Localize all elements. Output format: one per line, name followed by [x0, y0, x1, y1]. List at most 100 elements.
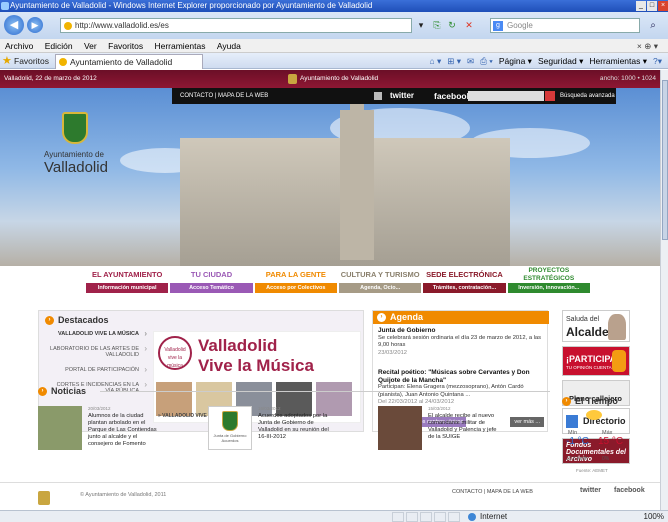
print-icon[interactable]: ⎙ ▾	[480, 53, 493, 69]
destacados-link[interactable]: PORTAL DE PARTICIPACIÓN	[49, 365, 147, 374]
max-temp: 15 °C	[598, 436, 624, 447]
compatibility-icon[interactable]: ⎘	[430, 18, 444, 33]
news-item[interactable]: 20/03/2012 Alumnos de la ciudad plantan …	[38, 406, 162, 466]
top-links-bar: CONTACTO | MAPA DE LA WEB twitter facebo…	[172, 88, 616, 104]
tools-menu[interactable]: Herramientas ▾	[589, 53, 647, 69]
crest-icon	[38, 491, 50, 505]
news-item[interactable]: 15/03/2012 El alcalde recibe al nuevo co…	[378, 406, 502, 466]
facebook-link[interactable]: facebook	[434, 88, 471, 104]
weather-title: › El Tiempo	[562, 396, 618, 407]
participa-link[interactable]: ¡PARTICIPA! TU OPINIÓN CUENTA	[562, 346, 630, 376]
strip-title: Ayuntamiento de Valladolid	[288, 70, 378, 88]
menu-favoritos[interactable]: Favoritos	[103, 39, 147, 53]
news-item[interactable]: Junta de Gobierno Acuerdos 16/03/2012 Ac…	[208, 406, 332, 466]
security-menu[interactable]: Seguridad ▾	[538, 53, 583, 69]
destacados-title: › Destacados	[45, 315, 109, 326]
advanced-search-link[interactable]: Búsqueda avanzada	[560, 88, 615, 104]
saluda-alcalde-link[interactable]: Saluda del Alcalde	[562, 310, 630, 342]
noticias-title: › Noticias	[38, 386, 86, 397]
sun-cloud-icon	[586, 410, 602, 420]
menu-bar: Archivo Edición Ver Favoritos Herramient…	[0, 39, 668, 53]
dropdown-arrow-icon[interactable]: ▾	[414, 18, 428, 33]
forward-button[interactable]: ▶	[27, 17, 43, 33]
feeds-icon[interactable]: ⊞ ▾	[447, 53, 461, 69]
twitter-link[interactable]: twitter	[390, 88, 414, 104]
browser-window: Ayuntamiento de Valladolid - Windows Int…	[0, 0, 668, 522]
resolution-text: ancho: 1000 • 1024	[599, 75, 656, 82]
hand-icon	[612, 350, 626, 372]
weather-source: Fuente: AEMET	[576, 468, 608, 473]
zoom-level[interactable]: 100%	[644, 511, 664, 522]
favorites-bar: ★ Favoritos Ayuntamiento de Valladolid ⌂…	[0, 53, 668, 69]
minimize-button[interactable]: _	[636, 1, 646, 11]
browser-tab[interactable]: Ayuntamiento de Valladolid	[55, 54, 203, 69]
search-icon[interactable]: ⌕	[645, 18, 661, 33]
maximize-button[interactable]: □	[647, 1, 657, 11]
footer-links[interactable]: CONTACTO | MAPA DE LA WEB	[452, 489, 533, 495]
arrow-icon: ›	[377, 313, 386, 323]
copyright: © Ayuntamiento de Valladolid, 2011	[80, 492, 167, 498]
nav-para-la-gente[interactable]: PARA LA GENTE Acceso por Colectivos	[254, 266, 337, 294]
close-button[interactable]: ×	[658, 1, 668, 11]
ie-icon	[1, 2, 9, 10]
nav-sede-electronica[interactable]: SEDE ELECTRÓNICA Trámites, contratación.…	[423, 266, 506, 294]
help-icon[interactable]: ?▾	[653, 53, 662, 69]
menu-edicion[interactable]: Edición	[40, 39, 77, 53]
rss-icon[interactable]	[374, 92, 382, 100]
search-placeholder: Google	[507, 21, 533, 30]
stop-icon[interactable]: ✕	[462, 18, 476, 33]
date-text: Valladolid, 22 de marzo de 2012	[4, 75, 97, 82]
google-icon: g	[493, 21, 503, 31]
top-strip: Valladolid, 22 de marzo de 2012 Ayuntami…	[0, 70, 660, 88]
address-bar: ◀ ▶ http://www.valladolid.es/es ▾ ⎘ ↻ ✕ …	[0, 12, 668, 39]
nav-proyectos[interactable]: PROYECTOS ESTRATÉGICOS Inversión, innova…	[507, 266, 590, 294]
site-search-input[interactable]	[468, 91, 544, 101]
arrow-icon: ›	[45, 316, 54, 326]
logo-line1: Ayuntamiento de	[44, 150, 104, 159]
contact-map-links[interactable]: CONTACTO | MAPA DE LA WEB	[180, 88, 268, 104]
search-input[interactable]: g Google	[490, 18, 640, 33]
tab-favicon	[59, 58, 67, 66]
home-icon[interactable]: ⌂ ▾	[429, 53, 441, 69]
status-bar: Internet 100%	[0, 510, 668, 522]
footer-twitter[interactable]: twitter	[580, 487, 601, 494]
security-zone[interactable]: Internet	[466, 511, 507, 522]
news-photo	[38, 406, 82, 450]
coat-of-arms-icon	[62, 112, 88, 144]
main-nav: EL AYUNTAMIENTO Información municipal TU…	[86, 266, 590, 294]
url-input[interactable]: http://www.valladolid.es/es	[60, 18, 412, 33]
site-search-button[interactable]	[545, 91, 555, 101]
footer-facebook[interactable]: facebook	[614, 487, 645, 494]
tab-title: Ayuntamiento de Valladolid	[70, 57, 173, 67]
vertical-scrollbar[interactable]	[660, 70, 668, 510]
nav-cultura-turismo[interactable]: CULTURA Y TURISMO Agenda, Ocio...	[338, 266, 422, 294]
menu-herramientas[interactable]: Herramientas	[149, 39, 209, 53]
agenda-title: › Agenda	[373, 311, 549, 324]
min-temp: -1 °C	[566, 436, 589, 447]
agenda-item[interactable]: Junta de Gobierno Se celebrará sesión or…	[378, 327, 544, 357]
site-logo[interactable]: Ayuntamiento de Valladolid	[44, 112, 154, 182]
favorites-star-icon[interactable]: ★	[2, 55, 12, 67]
mayor-photo	[608, 314, 626, 340]
favorites-label[interactable]: Favoritos	[14, 53, 49, 69]
mail-icon[interactable]: ✉	[467, 53, 474, 69]
command-bar: ⌂ ▾ ⊞ ▾ ✉ ⎙ ▾ Página ▾ Seguridad ▾ Herra…	[429, 53, 662, 69]
destacados-link[interactable]: VALLADOLID VIVE LA MÚSICA	[49, 329, 147, 338]
menu-ayuda[interactable]: Ayuda	[212, 39, 245, 53]
back-button[interactable]: ◀	[4, 15, 24, 35]
banner-line2: Vive la Música	[198, 356, 314, 375]
arrow-icon: ›	[562, 397, 571, 407]
nav-tu-ciudad[interactable]: TU CIUDAD Acceso Temático	[170, 266, 253, 294]
page-menu[interactable]: Página ▾	[499, 53, 532, 69]
nav-ayuntamiento[interactable]: EL AYUNTAMIENTO Información municipal	[86, 266, 169, 294]
weather-widget: › El Tiempo Mín Máx -1 °C 15 °C 10.6 km/h…	[562, 396, 630, 476]
menu-ver[interactable]: Ver	[79, 39, 101, 53]
menu-close-icon[interactable]: × ⊕ ▾	[632, 39, 662, 53]
window-controls: _ □ ×	[635, 0, 668, 12]
site-footer: © Ayuntamiento de Valladolid, 2011 CONTA…	[0, 482, 660, 510]
menu-archivo[interactable]: Archivo	[0, 39, 37, 53]
destacados-link[interactable]: LABORATORIO DE LAS ARTES DE VALLADOLID	[49, 344, 147, 358]
globe-icon	[468, 513, 476, 521]
refresh-icon[interactable]: ↻	[445, 18, 459, 33]
scrollbar-thumb[interactable]	[662, 80, 668, 240]
